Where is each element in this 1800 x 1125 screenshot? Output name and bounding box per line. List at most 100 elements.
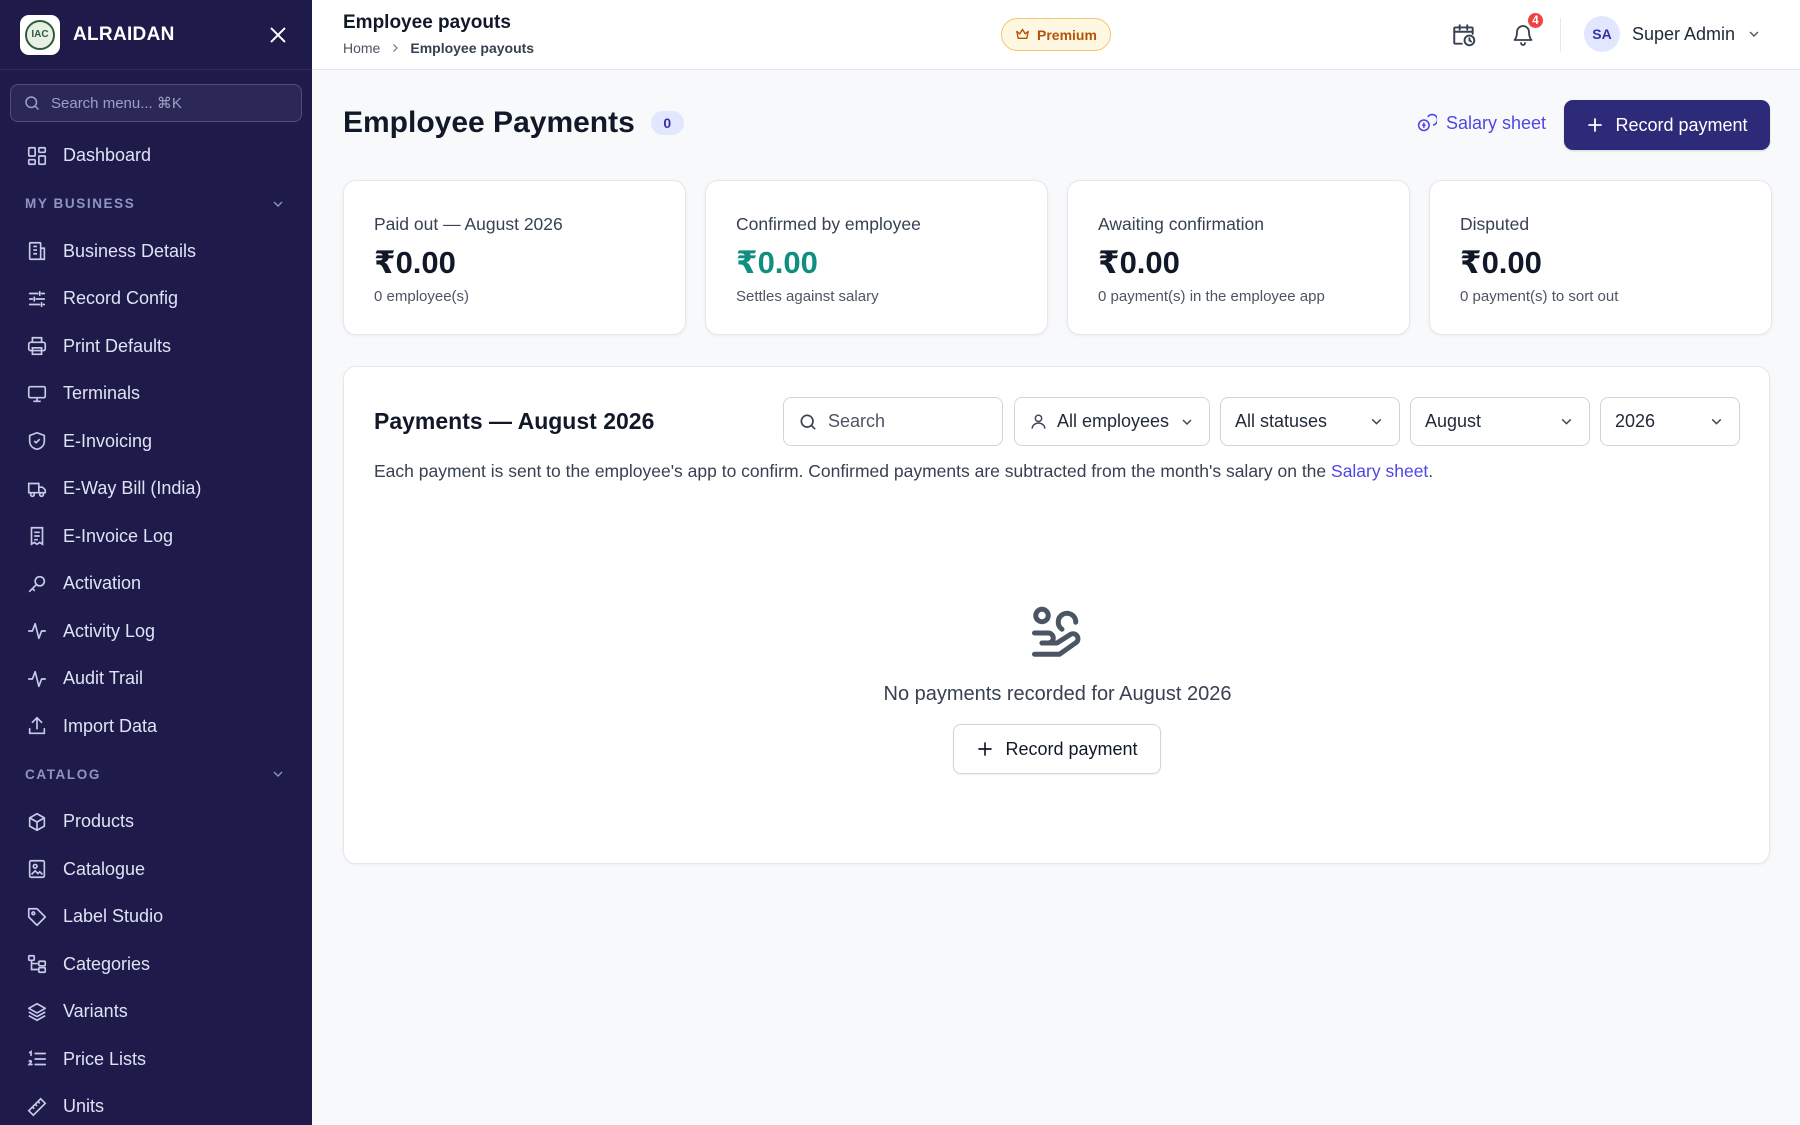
empty-record-payment-label: Record payment	[1005, 738, 1138, 759]
status-filter-select[interactable]: All statuses	[1220, 397, 1400, 446]
page-title-text: Employee Payments	[343, 106, 635, 139]
brand-logo-mark: IAC	[25, 19, 55, 50]
payments-search-input[interactable]	[828, 411, 978, 432]
user-name: Super Admin	[1632, 23, 1736, 44]
stat-value: ₹0.00	[1460, 245, 1542, 280]
payments-count-badge: 0	[650, 111, 684, 135]
sidebar-item-label: E-Invoicing	[63, 430, 153, 451]
section-catalog[interactable]: CATALOG	[0, 750, 312, 798]
sidebar-search[interactable]	[10, 84, 302, 122]
salary-sheet-inline-link[interactable]: Salary sheet	[1331, 461, 1428, 481]
coins-icon	[1417, 113, 1437, 132]
empty-record-payment-button[interactable]: Record payment	[953, 724, 1161, 774]
sidebar-item-units[interactable]: Units	[0, 1083, 312, 1125]
sidebar-item-e-way-bill[interactable]: E-Way Bill (India)	[0, 465, 312, 513]
top-bar: Employee payouts Home Employee payouts P…	[312, 0, 1800, 70]
notifications-button[interactable]: 4	[1505, 11, 1545, 53]
sidebar-item-e-invoice-log[interactable]: E-Invoice Log	[0, 513, 312, 561]
image-book-icon	[28, 860, 46, 879]
sidebar-item-price-lists[interactable]: Price Lists	[0, 1036, 312, 1084]
sidebar-item-activation[interactable]: Activation	[0, 560, 312, 608]
sidebar-item-audit-trail[interactable]: Audit Trail	[0, 655, 312, 703]
sidebar-item-label: E-Invoice Log	[63, 525, 174, 546]
plus-icon	[1588, 118, 1603, 132]
payments-helper-text: Each payment is sent to the employee's a…	[374, 461, 1433, 482]
sidebar-item-label-studio[interactable]: Label Studio	[0, 893, 312, 941]
chevron-down-icon	[273, 201, 283, 207]
stat-subtext: Settles against salary	[736, 288, 879, 305]
sidebar-item-label: Price Lists	[63, 1048, 147, 1069]
stat-label: Awaiting confirmation	[1098, 214, 1265, 234]
premium-label: Premium	[1037, 26, 1097, 43]
salary-sheet-link[interactable]: Salary sheet	[1416, 113, 1546, 134]
payments-search[interactable]	[783, 397, 1003, 446]
sidebar-item-label: Dashboard	[63, 145, 152, 166]
breadcrumb-current: Employee payouts	[410, 40, 535, 56]
receipt-icon	[30, 527, 44, 547]
record-payment-button[interactable]: Record payment	[1564, 100, 1770, 150]
calendar-clock-button[interactable]	[1446, 17, 1482, 53]
brand-logo[interactable]: IAC	[20, 14, 60, 55]
stat-card-disputed: Disputed ₹0.00 0 payment(s) to sort out	[1429, 180, 1772, 335]
month-filter-value: August	[1425, 411, 1482, 431]
chevron-down-icon	[1182, 419, 1192, 425]
sidebar-item-label: Terminals	[63, 383, 141, 404]
sidebar-item-terminals[interactable]: Terminals	[0, 370, 312, 418]
sidebar-item-variants[interactable]: Variants	[0, 988, 312, 1036]
sidebar-item-record-config[interactable]: Record Config	[0, 275, 312, 323]
tag-icon	[27, 907, 47, 926]
sidebar-search-input[interactable]	[51, 94, 271, 112]
year-filter-select[interactable]: 2026	[1600, 397, 1740, 446]
sidebar-item-label: Record Config	[63, 288, 179, 309]
sidebar-item-dashboard[interactable]: Dashboard	[0, 132, 312, 180]
premium-badge[interactable]: Premium	[1001, 18, 1111, 51]
helper-text-end: .	[1428, 461, 1434, 481]
sidebar-item-e-invoicing[interactable]: E-Invoicing	[0, 418, 312, 466]
chevron-down-icon	[1561, 418, 1572, 425]
sidebar-item-business-details[interactable]: Business Details	[0, 228, 312, 276]
stat-card-confirmed: Confirmed by employee ₹0.00 Settles agai…	[705, 180, 1048, 335]
stat-subtext: 0 employee(s)	[374, 288, 470, 305]
activity-icon	[27, 670, 47, 687]
user-icon	[1031, 414, 1046, 429]
ruler-icon	[27, 1097, 47, 1117]
sidebar-item-activity-log[interactable]: Activity Log	[0, 608, 312, 656]
breadcrumb: Home Employee payouts	[343, 40, 534, 56]
close-sidebar-button[interactable]	[264, 21, 292, 49]
status-filter-value: All statuses	[1235, 411, 1328, 431]
sidebar-item-label: Label Studio	[63, 906, 164, 927]
topbar-divider	[1560, 18, 1561, 52]
notification-count-badge: 4	[1526, 11, 1545, 30]
search-icon	[25, 96, 39, 110]
section-my-business[interactable]: MY BUSINESS	[0, 180, 312, 228]
sidebar-item-print-defaults[interactable]: Print Defaults	[0, 323, 312, 371]
close-icon	[270, 27, 286, 42]
sidebar-item-label: Units	[63, 1096, 105, 1117]
sidebar-item-products[interactable]: Products	[0, 798, 312, 846]
month-filter-select[interactable]: August	[1410, 397, 1590, 446]
year-filter-value: 2026	[1615, 411, 1656, 431]
building-icon	[28, 242, 46, 261]
key-icon	[28, 575, 46, 592]
sidebar-header: IAC ALRAIDAN	[0, 0, 312, 70]
plus-icon	[978, 742, 993, 756]
sidebar-item-label: Activation	[63, 573, 142, 594]
stat-subtext: 0 payment(s) to sort out	[1460, 288, 1619, 305]
stat-label: Paid out — August 2026	[374, 214, 563, 234]
stat-value: ₹0.00	[374, 245, 456, 280]
crown-icon	[1016, 28, 1029, 39]
brand-name: ALRAIDAN	[73, 23, 175, 45]
stat-label: Confirmed by employee	[736, 214, 921, 234]
sidebar-item-label: Business Details	[63, 240, 197, 261]
sidebar-item-catalogue[interactable]: Catalogue	[0, 846, 312, 894]
stat-value: ₹0.00	[1098, 245, 1180, 280]
hand-coins-icon	[1032, 606, 1081, 657]
helper-text: Each payment is sent to the employee's a…	[374, 461, 1332, 481]
employee-filter-select[interactable]: All employees	[1014, 397, 1210, 446]
sidebar-item-categories[interactable]: Categories	[0, 941, 312, 989]
sidebar-item-label: Variants	[63, 1001, 128, 1022]
breadcrumb-home[interactable]: Home	[343, 40, 380, 56]
sidebar-item-import-data[interactable]: Import Data	[0, 703, 312, 751]
sidebar-item-label: Categories	[63, 953, 151, 974]
user-menu[interactable]: SA Super Admin	[1584, 16, 1762, 52]
